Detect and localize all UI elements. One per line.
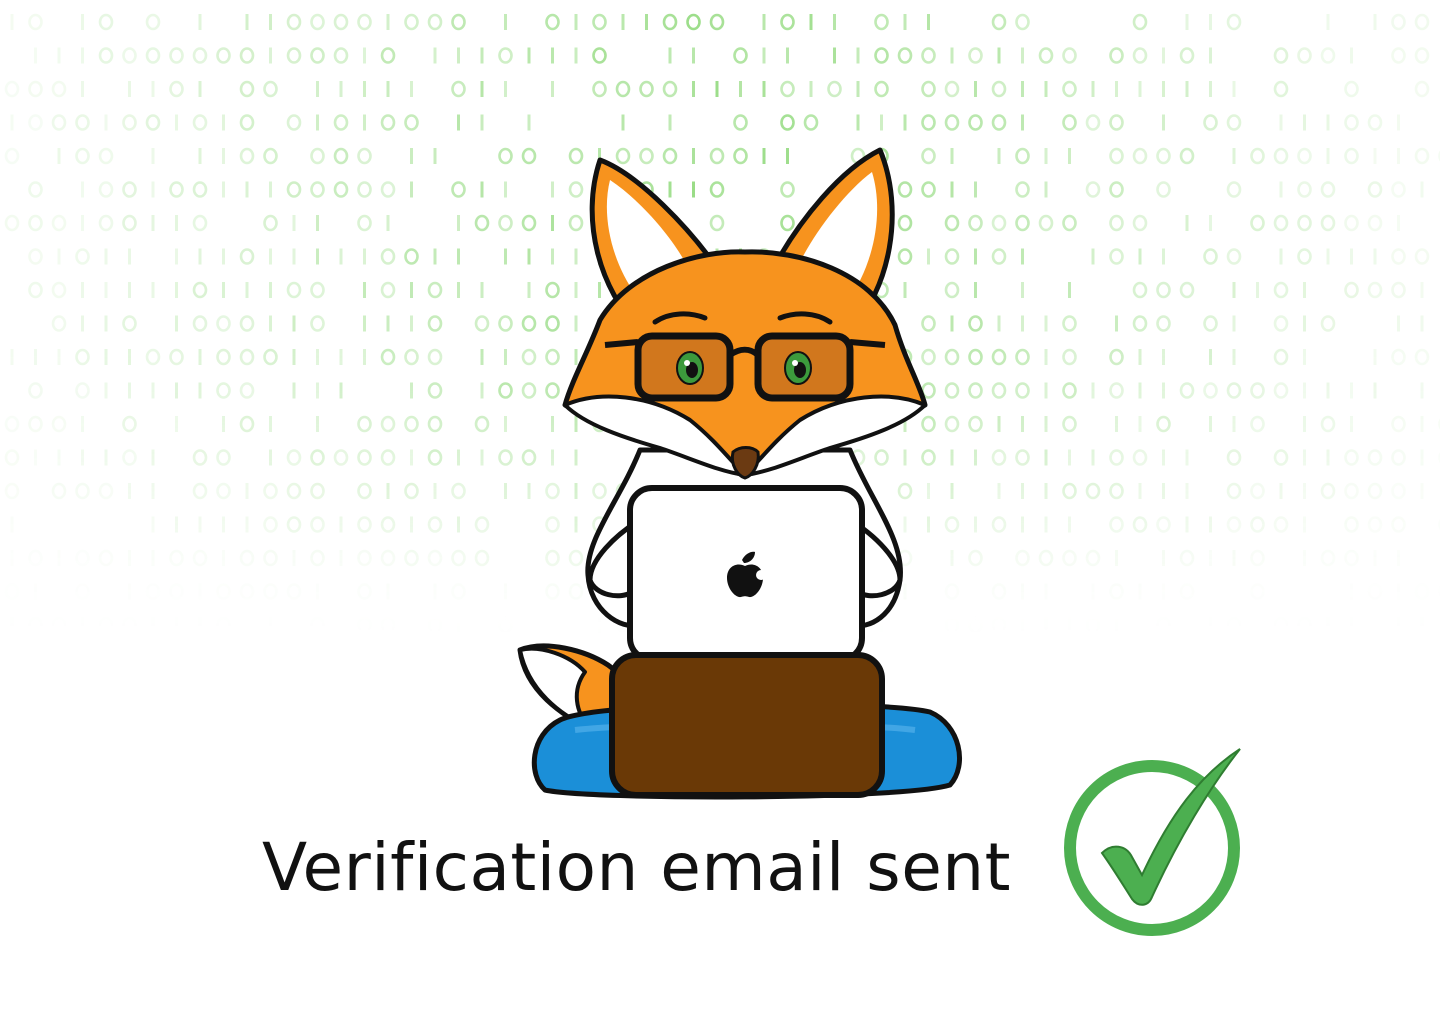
laptop	[627, 485, 865, 663]
verification-status-message: Verification email sent	[262, 829, 1012, 906]
verification-page: Verification email sent	[0, 0, 1440, 1011]
fox-illustration	[517, 147, 963, 800]
fox-lap-box	[609, 652, 885, 798]
check-circle-icon	[1064, 748, 1241, 936]
